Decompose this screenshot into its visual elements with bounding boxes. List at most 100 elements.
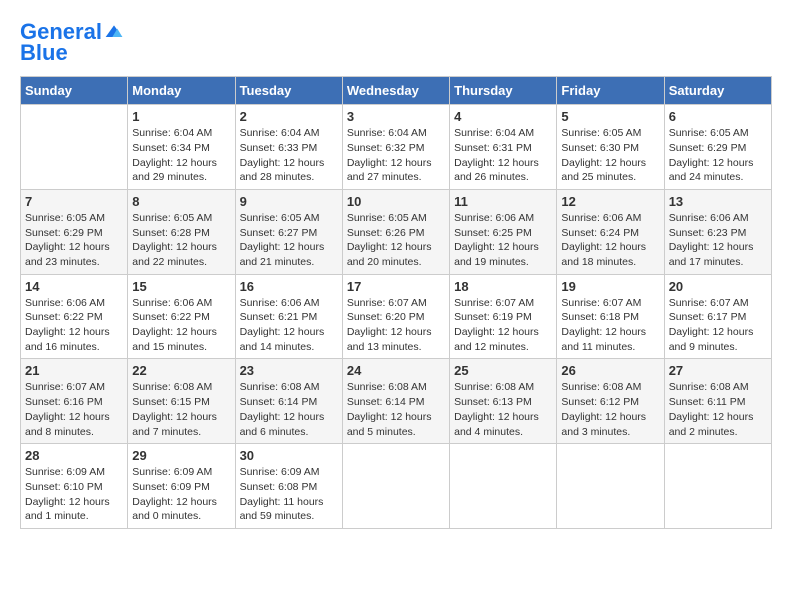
day-number: 23 [240,363,338,378]
day-number: 29 [132,448,230,463]
day-info: Sunrise: 6:09 AM Sunset: 6:08 PM Dayligh… [240,465,338,524]
calendar-cell: 29 Sunrise: 6:09 AM Sunset: 6:09 PM Dayli… [128,444,235,529]
day-number: 12 [561,194,659,209]
calendar-cell: 16 Sunrise: 6:06 AM Sunset: 6:21 PM Dayli… [235,274,342,359]
day-info: Sunrise: 6:04 AM Sunset: 6:32 PM Dayligh… [347,126,445,185]
weekday-header: Monday [128,77,235,105]
day-info: Sunrise: 6:05 AM Sunset: 6:29 PM Dayligh… [25,211,123,270]
calendar-cell: 24 Sunrise: 6:08 AM Sunset: 6:14 PM Dayli… [342,359,449,444]
calendar-week-row: 7 Sunrise: 6:05 AM Sunset: 6:29 PM Daylig… [21,189,772,274]
weekday-header: Wednesday [342,77,449,105]
day-info: Sunrise: 6:06 AM Sunset: 6:21 PM Dayligh… [240,296,338,355]
day-number: 30 [240,448,338,463]
day-number: 9 [240,194,338,209]
day-info: Sunrise: 6:08 AM Sunset: 6:13 PM Dayligh… [454,380,552,439]
calendar-cell: 3 Sunrise: 6:04 AM Sunset: 6:32 PM Daylig… [342,105,449,190]
calendar-cell: 20 Sunrise: 6:07 AM Sunset: 6:17 PM Dayli… [664,274,771,359]
day-number: 21 [25,363,123,378]
day-number: 7 [25,194,123,209]
calendar-cell: 2 Sunrise: 6:04 AM Sunset: 6:33 PM Daylig… [235,105,342,190]
day-number: 3 [347,109,445,124]
calendar-cell: 18 Sunrise: 6:07 AM Sunset: 6:19 PM Dayli… [450,274,557,359]
day-number: 11 [454,194,552,209]
calendar-cell: 7 Sunrise: 6:05 AM Sunset: 6:29 PM Daylig… [21,189,128,274]
weekday-header-row: SundayMondayTuesdayWednesdayThursdayFrid… [21,77,772,105]
calendar-cell: 5 Sunrise: 6:05 AM Sunset: 6:30 PM Daylig… [557,105,664,190]
day-number: 13 [669,194,767,209]
calendar-cell: 25Sunrise: 6:08 AM Sunset: 6:13 PM Dayli… [450,359,557,444]
calendar-week-row: 28 Sunrise: 6:09 AM Sunset: 6:10 PM Dayli… [21,444,772,529]
calendar-cell: 6 Sunrise: 6:05 AM Sunset: 6:29 PM Daylig… [664,105,771,190]
day-number: 27 [669,363,767,378]
day-number: 18 [454,279,552,294]
day-info: Sunrise: 6:08 AM Sunset: 6:14 PM Dayligh… [347,380,445,439]
calendar-cell [450,444,557,529]
day-info: Sunrise: 6:05 AM Sunset: 6:28 PM Dayligh… [132,211,230,270]
day-info: Sunrise: 6:07 AM Sunset: 6:16 PM Dayligh… [25,380,123,439]
day-info: Sunrise: 6:07 AM Sunset: 6:19 PM Dayligh… [454,296,552,355]
calendar-cell: 28 Sunrise: 6:09 AM Sunset: 6:10 PM Dayli… [21,444,128,529]
weekday-header: Friday [557,77,664,105]
day-info: Sunrise: 6:05 AM Sunset: 6:26 PM Dayligh… [347,211,445,270]
day-number: 10 [347,194,445,209]
weekday-header: Sunday [21,77,128,105]
day-number: 2 [240,109,338,124]
day-number: 5 [561,109,659,124]
day-info: Sunrise: 6:08 AM Sunset: 6:14 PM Dayligh… [240,380,338,439]
weekday-header: Saturday [664,77,771,105]
day-info: Sunrise: 6:04 AM Sunset: 6:34 PM Dayligh… [132,126,230,185]
day-info: Sunrise: 6:09 AM Sunset: 6:10 PM Dayligh… [25,465,123,524]
calendar-cell: 26Sunrise: 6:08 AM Sunset: 6:12 PM Dayli… [557,359,664,444]
page-header: General Blue [20,20,772,66]
calendar-cell: 21 Sunrise: 6:07 AM Sunset: 6:16 PM Dayli… [21,359,128,444]
calendar-cell: 27 Sunrise: 6:08 AM Sunset: 6:11 PM Dayli… [664,359,771,444]
calendar-cell: 1 Sunrise: 6:04 AM Sunset: 6:34 PM Daylig… [128,105,235,190]
calendar-week-row: 21 Sunrise: 6:07 AM Sunset: 6:16 PM Dayli… [21,359,772,444]
day-info: Sunrise: 6:07 AM Sunset: 6:20 PM Dayligh… [347,296,445,355]
day-info: Sunrise: 6:05 AM Sunset: 6:29 PM Dayligh… [669,126,767,185]
calendar-cell: 30 Sunrise: 6:09 AM Sunset: 6:08 PM Dayli… [235,444,342,529]
calendar-cell: 12 Sunrise: 6:06 AM Sunset: 6:24 PM Dayli… [557,189,664,274]
calendar-cell: 22 Sunrise: 6:08 AM Sunset: 6:15 PM Dayli… [128,359,235,444]
calendar-cell: 11 Sunrise: 6:06 AM Sunset: 6:25 PM Dayli… [450,189,557,274]
calendar-week-row: 1 Sunrise: 6:04 AM Sunset: 6:34 PM Daylig… [21,105,772,190]
day-info: Sunrise: 6:08 AM Sunset: 6:15 PM Dayligh… [132,380,230,439]
day-number: 15 [132,279,230,294]
day-info: Sunrise: 6:05 AM Sunset: 6:27 PM Dayligh… [240,211,338,270]
day-number: 4 [454,109,552,124]
day-info: Sunrise: 6:06 AM Sunset: 6:24 PM Dayligh… [561,211,659,270]
calendar-table: SundayMondayTuesdayWednesdayThursdayFrid… [20,76,772,529]
calendar-cell: 9 Sunrise: 6:05 AM Sunset: 6:27 PM Daylig… [235,189,342,274]
calendar-cell: 19Sunrise: 6:07 AM Sunset: 6:18 PM Dayli… [557,274,664,359]
day-number: 19 [561,279,659,294]
day-number: 1 [132,109,230,124]
day-info: Sunrise: 6:06 AM Sunset: 6:25 PM Dayligh… [454,211,552,270]
day-info: Sunrise: 6:04 AM Sunset: 6:33 PM Dayligh… [240,126,338,185]
day-number: 6 [669,109,767,124]
day-info: Sunrise: 6:06 AM Sunset: 6:23 PM Dayligh… [669,211,767,270]
day-info: Sunrise: 6:09 AM Sunset: 6:09 PM Dayligh… [132,465,230,524]
day-info: Sunrise: 6:07 AM Sunset: 6:17 PM Dayligh… [669,296,767,355]
day-number: 20 [669,279,767,294]
calendar-cell: 14Sunrise: 6:06 AM Sunset: 6:22 PM Dayli… [21,274,128,359]
weekday-header: Thursday [450,77,557,105]
calendar-cell [342,444,449,529]
calendar-cell: 10 Sunrise: 6:05 AM Sunset: 6:26 PM Dayli… [342,189,449,274]
day-info: Sunrise: 6:08 AM Sunset: 6:11 PM Dayligh… [669,380,767,439]
calendar-cell: 17 Sunrise: 6:07 AM Sunset: 6:20 PM Dayli… [342,274,449,359]
day-info: Sunrise: 6:08 AM Sunset: 6:12 PM Dayligh… [561,380,659,439]
calendar-week-row: 14Sunrise: 6:06 AM Sunset: 6:22 PM Dayli… [21,274,772,359]
calendar-cell: 23 Sunrise: 6:08 AM Sunset: 6:14 PM Dayli… [235,359,342,444]
logo-icon [104,22,124,42]
day-number: 24 [347,363,445,378]
day-number: 28 [25,448,123,463]
calendar-cell: 15 Sunrise: 6:06 AM Sunset: 6:22 PM Dayli… [128,274,235,359]
day-info: Sunrise: 6:06 AM Sunset: 6:22 PM Dayligh… [132,296,230,355]
calendar-cell: 13 Sunrise: 6:06 AM Sunset: 6:23 PM Dayli… [664,189,771,274]
calendar-cell: 8 Sunrise: 6:05 AM Sunset: 6:28 PM Daylig… [128,189,235,274]
day-number: 8 [132,194,230,209]
day-number: 16 [240,279,338,294]
day-number: 22 [132,363,230,378]
day-info: Sunrise: 6:05 AM Sunset: 6:30 PM Dayligh… [561,126,659,185]
day-number: 17 [347,279,445,294]
